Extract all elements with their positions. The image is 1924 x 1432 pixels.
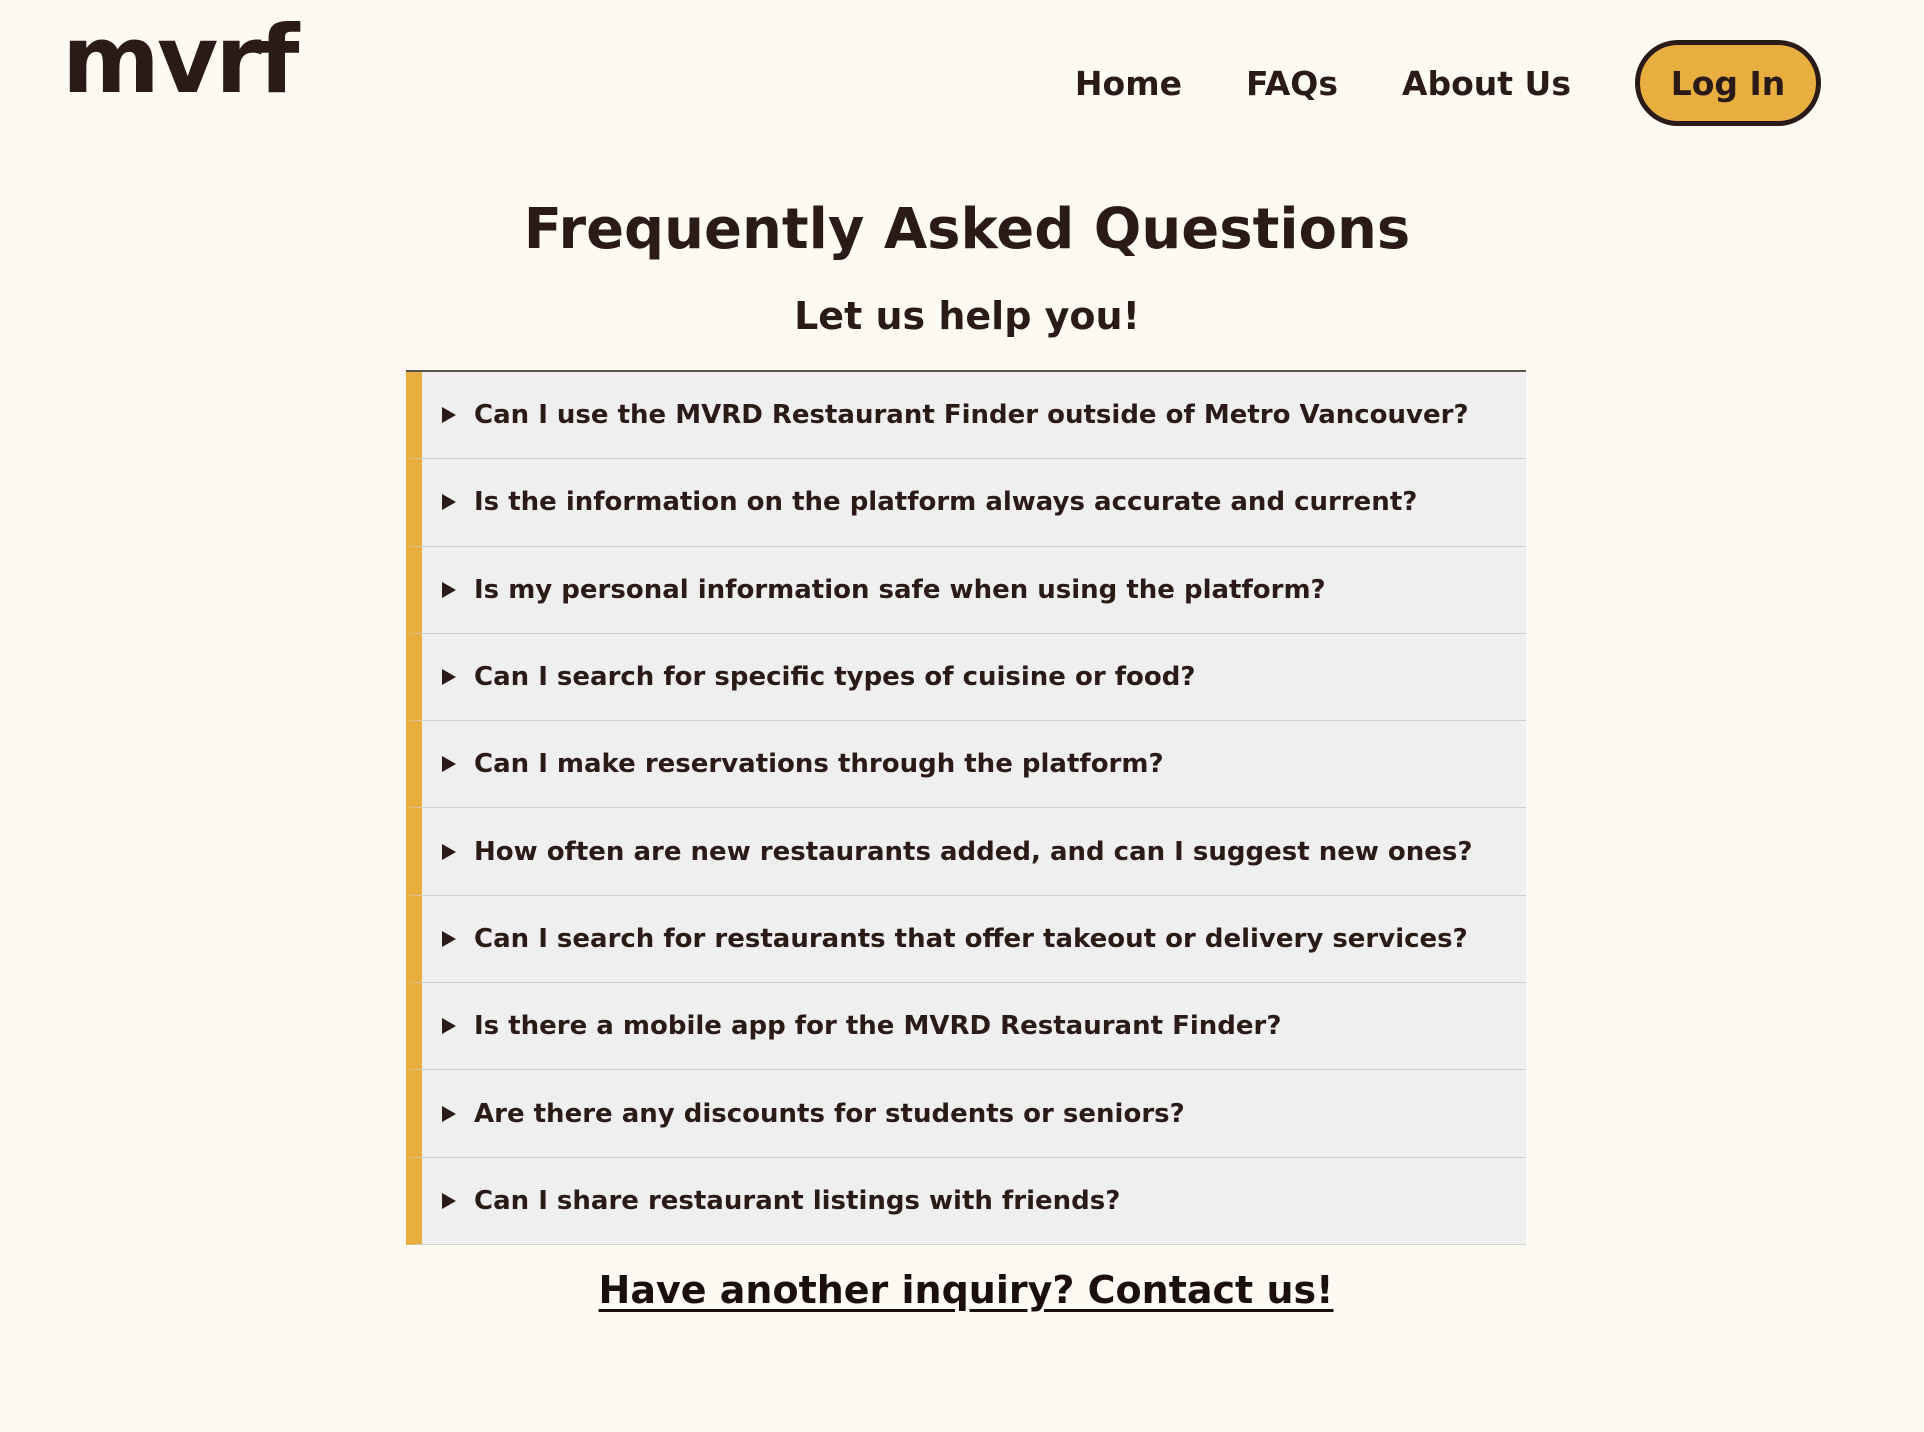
caret-right-icon	[442, 756, 456, 773]
faq-item[interactable]: How often are new restaurants added, and…	[406, 808, 1526, 896]
nav-about-link[interactable]: About Us	[1402, 64, 1571, 103]
faq-list: Can I use the MVRD Restaurant Finder out…	[406, 370, 1526, 1245]
faq-item[interactable]: Is there a mobile app for the MVRD Resta…	[406, 983, 1526, 1071]
faq-item[interactable]: Can I search for restaurants that offer …	[406, 895, 1526, 984]
caret-right-icon	[442, 1018, 456, 1035]
faq-item[interactable]: Is my personal information safe when usi…	[406, 546, 1526, 634]
faq-item[interactable]: Can I search for specific types of cuisi…	[406, 633, 1526, 722]
caret-right-icon	[442, 930, 456, 947]
faq-question: Is my personal information safe when usi…	[474, 574, 1326, 605]
faq-question: Can I make reservations through the plat…	[474, 749, 1164, 780]
contact-us-link[interactable]: Have another inquiry? Contact us!	[0, 1262, 1924, 1318]
faq-item[interactable]: Can I make reservations through the plat…	[406, 721, 1526, 809]
faq-item[interactable]: Are there any discounts for students or …	[406, 1070, 1526, 1158]
logo[interactable]: mvrf	[62, 14, 299, 108]
page-title: Frequently Asked Questions	[523, 197, 1411, 262]
faq-question: Are there any discounts for students or …	[474, 1098, 1185, 1129]
caret-right-icon	[442, 581, 456, 598]
faq-question: Can I search for restaurants that offer …	[474, 923, 1468, 954]
nav-faqs-link[interactable]: FAQs	[1246, 64, 1338, 103]
caret-right-icon	[442, 407, 456, 424]
faq-question: Can I share restaurant listings with fri…	[474, 1185, 1121, 1216]
faq-question: Is there a mobile app for the MVRD Resta…	[474, 1011, 1282, 1042]
caret-right-icon	[442, 1192, 456, 1209]
caret-right-icon	[442, 669, 456, 686]
caret-right-icon	[442, 494, 456, 511]
faq-question: Can I search for specific types of cuisi…	[474, 662, 1196, 693]
main-nav: Home FAQs About Us Log In	[1075, 40, 1821, 126]
faq-item[interactable]: Can I use the MVRD Restaurant Finder out…	[406, 372, 1526, 460]
caret-right-icon	[442, 843, 456, 860]
faq-question: Is the information on the platform alway…	[474, 487, 1418, 518]
faq-question: Can I use the MVRD Restaurant Finder out…	[474, 400, 1469, 431]
caret-right-icon	[442, 1105, 456, 1122]
nav-home-link[interactable]: Home	[1075, 64, 1182, 103]
faq-question: How often are new restaurants added, and…	[474, 836, 1473, 867]
page-subtitle: Let us help you!	[794, 294, 1140, 338]
login-button[interactable]: Log In	[1635, 40, 1821, 126]
faq-item[interactable]: Can I share restaurant listings with fri…	[406, 1157, 1526, 1245]
faq-item[interactable]: Is the information on the platform alway…	[406, 459, 1526, 547]
